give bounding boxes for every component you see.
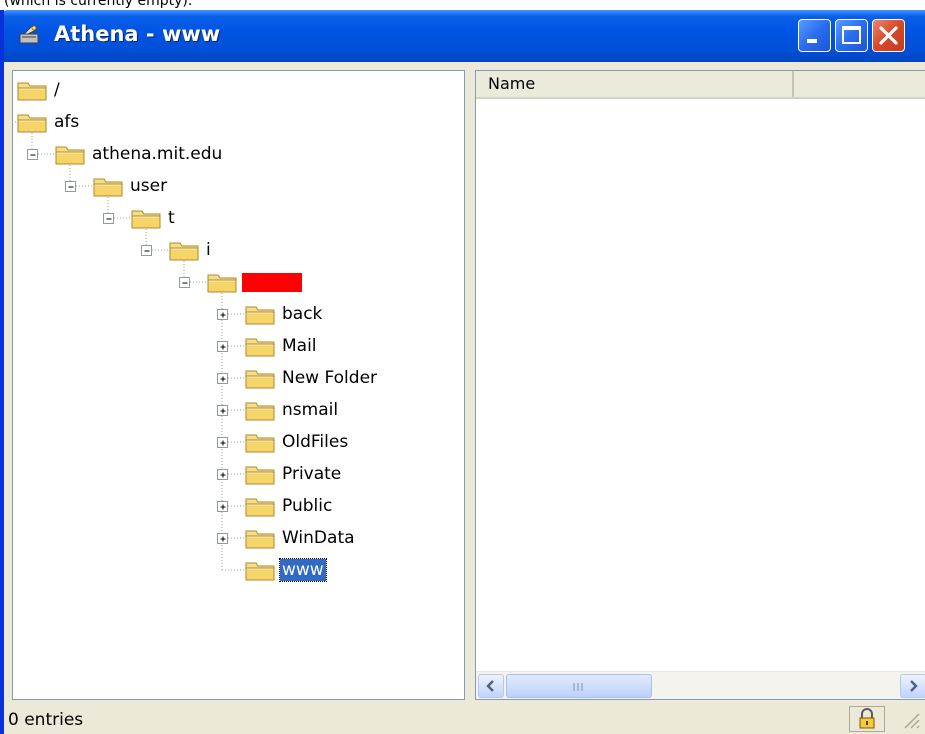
scroll-left-button[interactable]	[478, 674, 504, 698]
horizontal-scrollbar[interactable]	[476, 671, 925, 699]
expand-icon[interactable]	[217, 501, 228, 512]
tree-node-label[interactable]: nsmail	[280, 399, 340, 421]
minimize-button[interactable]	[798, 19, 831, 52]
expand-icon[interactable]	[217, 469, 228, 480]
minimize-icon	[807, 39, 817, 43]
lock-icon	[859, 708, 875, 729]
tree-node[interactable]: www	[245, 555, 327, 585]
collapse-icon[interactable]	[65, 181, 76, 192]
tree-node-label[interactable]: New Folder	[280, 367, 379, 389]
folder-icon	[93, 175, 123, 197]
tree-node-label[interactable]: user	[128, 175, 169, 197]
folder-icon	[245, 431, 275, 453]
folder-icon	[169, 239, 199, 261]
tree-node[interactable]: Mail	[245, 331, 319, 361]
collapse-icon[interactable]	[141, 245, 152, 256]
tree-node-label[interactable]: WinData	[280, 527, 357, 549]
tree-node[interactable]: OldFiles	[245, 427, 350, 457]
tree-node[interactable]: /	[17, 75, 62, 105]
maximize-button[interactable]	[835, 19, 868, 52]
resize-grip-icon[interactable]	[899, 708, 921, 730]
collapse-icon[interactable]	[27, 149, 38, 160]
collapse-icon[interactable]	[103, 213, 114, 224]
column-header-next[interactable]	[796, 71, 925, 97]
tree-node[interactable]: t	[131, 203, 177, 233]
caption-text: (which is currently empty).	[4, 0, 193, 9]
folder-icon	[17, 111, 47, 133]
arrow-right-icon	[910, 680, 918, 692]
status-bar: 0 entries	[4, 704, 925, 734]
tree-node-label[interactable]: www	[279, 558, 327, 582]
folder-icon	[245, 303, 275, 325]
expand-icon[interactable]	[217, 341, 228, 352]
tree-node[interactable]	[207, 267, 302, 297]
tree-node[interactable]: Public	[245, 491, 334, 521]
list-column-header: Name	[476, 71, 925, 99]
tree-node-label[interactable]: afs	[52, 111, 81, 133]
status-text: 0 entries	[8, 710, 84, 730]
tree-node-label[interactable]: Private	[280, 463, 343, 485]
close-icon	[879, 26, 898, 45]
tree-node-label[interactable]: /	[52, 79, 62, 101]
window-title: Athena - www	[54, 22, 221, 46]
folder-icon	[207, 271, 237, 293]
tree-node[interactable]: afs	[17, 107, 81, 137]
folder-icon	[245, 367, 275, 389]
tree-node-label[interactable]: i	[204, 239, 213, 261]
folder-icon	[245, 495, 275, 517]
expand-icon[interactable]	[217, 373, 228, 384]
tree-node[interactable]: Private	[245, 459, 343, 489]
expand-icon[interactable]	[217, 405, 228, 416]
explorer-window: Athena - www / afs athena.mit.edu user t i bac…	[0, 10, 925, 734]
expand-icon[interactable]	[217, 437, 228, 448]
title-bar[interactable]: Athena - www	[4, 10, 925, 62]
client-area: / afs athena.mit.edu user t i back Mail New Fold…	[4, 62, 925, 734]
folder-icon	[245, 559, 275, 581]
tree-node-label[interactable]: back	[280, 303, 324, 325]
folder-icon	[55, 143, 85, 165]
tree-node-label[interactable]: athena.mit.edu	[90, 143, 224, 165]
scroll-thumb[interactable]	[506, 674, 652, 698]
redacted-folder-label[interactable]	[242, 272, 302, 292]
tree-node-label[interactable]: Public	[280, 495, 334, 517]
maximize-icon	[842, 26, 861, 44]
athena-app-icon	[19, 25, 39, 44]
folder-icon	[245, 399, 275, 421]
tree-node-label[interactable]: t	[166, 207, 177, 229]
expand-icon[interactable]	[217, 533, 228, 544]
folder-icon	[245, 335, 275, 357]
tree-node-label[interactable]: OldFiles	[280, 431, 350, 453]
folder-tree[interactable]: / afs athena.mit.edu user t i back Mail New Fold…	[12, 70, 465, 700]
tree-node[interactable]: WinData	[245, 523, 357, 553]
tree-node[interactable]: user	[93, 171, 169, 201]
status-lock-panel	[849, 706, 885, 732]
folder-icon	[131, 207, 161, 229]
collapse-icon[interactable]	[179, 277, 190, 288]
file-list[interactable]: Name	[475, 70, 925, 700]
folder-icon	[245, 463, 275, 485]
column-header-name[interactable]: Name	[476, 71, 794, 97]
tree-node[interactable]: athena.mit.edu	[55, 139, 224, 169]
pane-splitter[interactable]	[465, 70, 475, 700]
tree-node[interactable]: back	[245, 299, 324, 329]
tree-node[interactable]: i	[169, 235, 213, 265]
scroll-right-button[interactable]	[900, 674, 925, 698]
tree-node[interactable]: New Folder	[245, 363, 379, 393]
arrow-left-icon	[486, 680, 494, 692]
tree-node[interactable]: nsmail	[245, 395, 340, 425]
folder-icon	[17, 79, 47, 101]
tree-node-label[interactable]: Mail	[280, 335, 319, 357]
close-button[interactable]	[872, 19, 905, 52]
expand-icon[interactable]	[217, 309, 228, 320]
folder-icon	[245, 527, 275, 549]
